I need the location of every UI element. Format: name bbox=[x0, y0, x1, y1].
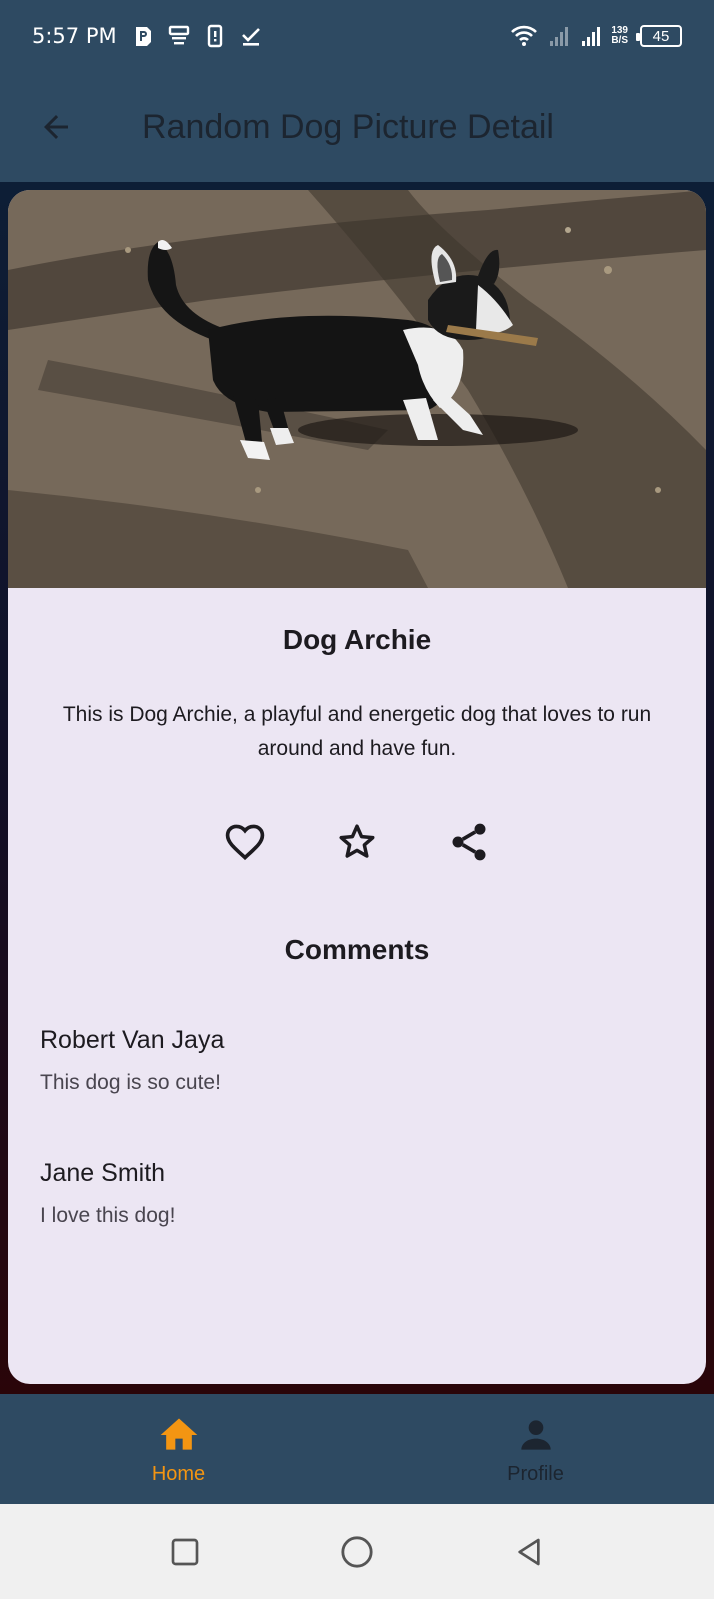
download-done-icon bbox=[241, 28, 260, 46]
app-bar: Random Dog Picture Detail bbox=[0, 72, 714, 182]
dog-detail-card: Dog Archie This is Dog Archie, a playful… bbox=[8, 190, 706, 1384]
signal-weak-icon bbox=[550, 27, 569, 46]
triangle-back-icon bbox=[518, 1538, 540, 1565]
comment-author: Jane Smith bbox=[40, 1159, 166, 1187]
person-icon bbox=[520, 1419, 551, 1450]
comment-item: Robert Van Jaya This dog is so cute! bbox=[40, 1026, 706, 1095]
system-navigation-bar bbox=[0, 1504, 714, 1599]
dog-name: Dog Archie bbox=[282, 624, 432, 655]
home-icon bbox=[160, 1418, 197, 1450]
share-button[interactable] bbox=[447, 820, 491, 864]
comment-text: This dog is so cute! bbox=[40, 1071, 221, 1094]
share-icon bbox=[452, 823, 486, 861]
back-button[interactable] bbox=[26, 97, 86, 157]
network-speed: 139 B/S bbox=[611, 25, 628, 46]
square-icon bbox=[171, 1538, 199, 1565]
page-title: Random Dog Picture Detail bbox=[142, 107, 554, 146]
heart-icon bbox=[225, 824, 265, 861]
status-time: 5:57 PM bbox=[32, 24, 117, 48]
parking-app-icon bbox=[135, 27, 151, 46]
notification-icons bbox=[131, 24, 263, 48]
nav-profile-label: Profile bbox=[507, 1462, 564, 1485]
comments-heading: Comments bbox=[284, 934, 430, 965]
nav-profile[interactable]: Profile bbox=[357, 1394, 714, 1504]
comment-author: Robert Van Jaya bbox=[40, 1026, 225, 1054]
dog-photo bbox=[8, 190, 706, 588]
action-row bbox=[8, 820, 706, 864]
nav-home-label: Home bbox=[151, 1462, 206, 1485]
wifi-icon bbox=[511, 25, 538, 46]
battery-indicator: 45 bbox=[636, 25, 682, 47]
bottom-navigation: Home Profile bbox=[0, 1394, 714, 1504]
status-bar: 5:57 PM 139 B/S 45 bbox=[0, 0, 714, 72]
star-icon bbox=[339, 824, 375, 858]
phone-alert-icon bbox=[207, 24, 222, 48]
like-button[interactable] bbox=[223, 820, 267, 864]
dog-description: This is Dog Archie, a playful and energe… bbox=[62, 703, 652, 760]
comment-text: I love this dog! bbox=[40, 1204, 176, 1227]
recents-button[interactable] bbox=[165, 1532, 205, 1572]
arrow-back-icon bbox=[44, 115, 68, 139]
favorite-button[interactable] bbox=[335, 820, 379, 864]
circle-icon bbox=[341, 1535, 373, 1568]
signal-strong-icon bbox=[582, 27, 601, 46]
dashboard-app-icon bbox=[168, 25, 189, 45]
nav-home[interactable]: Home bbox=[0, 1394, 357, 1504]
system-status-icons: 139 B/S 45 bbox=[509, 24, 682, 48]
back-system-button[interactable] bbox=[509, 1532, 549, 1572]
home-system-button[interactable] bbox=[337, 1532, 377, 1572]
comment-item: Jane Smith I love this dog! bbox=[40, 1159, 706, 1228]
